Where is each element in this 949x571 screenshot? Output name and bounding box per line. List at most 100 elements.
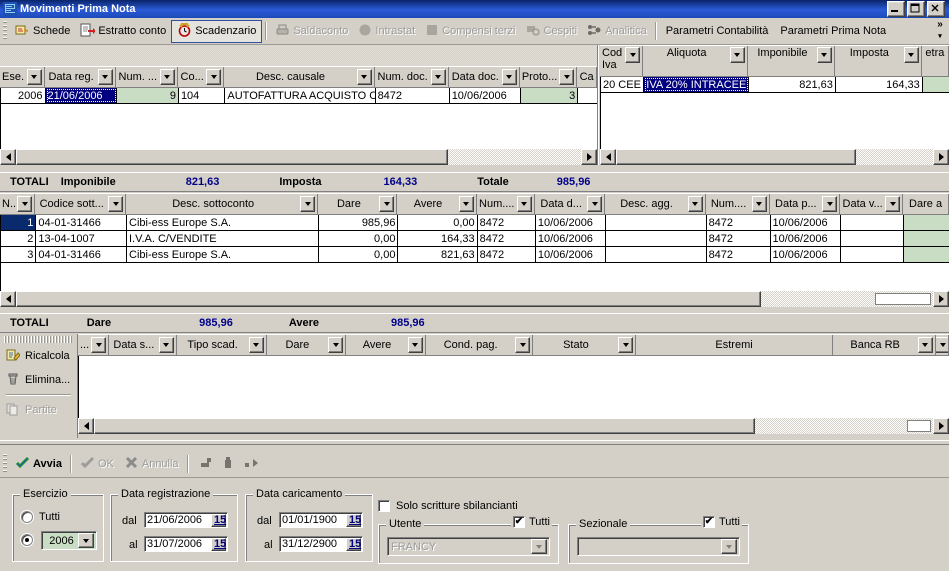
table-cell[interactable]: 8472 bbox=[706, 247, 771, 262]
sezionale-tutti-row[interactable]: ✔ Tutti bbox=[701, 516, 742, 528]
table-row[interactable]: 2 13-04-1007 I.V.A. C/VENDITE 0,00 164,33 847… bbox=[1, 231, 949, 247]
column-header[interactable]: Proto... bbox=[519, 67, 578, 87]
toolbar-button-intrastat[interactable]: Intrastat bbox=[353, 21, 420, 42]
table-cell[interactable]: 104 bbox=[178, 88, 226, 103]
column-header[interactable]: Estremi bbox=[636, 335, 833, 355]
column-filter-dropdown-icon[interactable] bbox=[159, 69, 175, 85]
column-filter-dropdown-icon[interactable] bbox=[501, 69, 517, 85]
table-cell[interactable]: 10/06/2006 bbox=[770, 231, 842, 246]
esercizio-radio-tutti[interactable]: Tutti bbox=[21, 511, 60, 523]
table-cell[interactable] bbox=[606, 247, 707, 262]
table-cell[interactable]: 8472 bbox=[706, 215, 771, 230]
column-filter-dropdown-icon[interactable] bbox=[885, 196, 901, 212]
table-row[interactable]: 1 04-01-31466 Cibi-ess Europe S.A. 985,96 0,… bbox=[1, 215, 949, 231]
table-cell[interactable] bbox=[578, 88, 598, 103]
table-cell[interactable]: 8472 bbox=[706, 231, 771, 246]
table-cell[interactable]: 21/06/2006 bbox=[45, 88, 117, 103]
scroll-right-button[interactable] bbox=[933, 291, 949, 307]
command-panel-grip[interactable] bbox=[4, 336, 73, 343]
table-cell[interactable]: 8472 bbox=[375, 88, 450, 103]
vat-grid-hscrollbar[interactable] bbox=[600, 149, 949, 165]
column-filter-dropdown-icon[interactable] bbox=[516, 196, 532, 212]
column-filter-dropdown-icon[interactable] bbox=[206, 69, 222, 85]
column-filter-dropdown-icon[interactable] bbox=[903, 47, 919, 63]
table-cell[interactable]: 821,63 bbox=[398, 247, 478, 262]
table-cell[interactable]: 2 bbox=[1, 231, 37, 246]
table-cell[interactable] bbox=[606, 231, 707, 246]
table-cell[interactable]: IVA 20% INTRACEE bbox=[644, 77, 749, 92]
table-cell[interactable]: 10/06/2006 bbox=[449, 88, 521, 103]
command-elimina[interactable]: Elimina... bbox=[0, 368, 77, 392]
data-reg-al-input[interactable]: 31/07/2006 15 bbox=[144, 536, 228, 552]
scroll-thumb[interactable] bbox=[16, 149, 448, 165]
first-button[interactable] bbox=[192, 454, 218, 475]
column-header[interactable]: Co... bbox=[177, 67, 225, 87]
table-cell[interactable]: 3 bbox=[520, 88, 579, 103]
table-cell[interactable]: 0,00 bbox=[319, 247, 399, 262]
table-cell[interactable] bbox=[606, 215, 707, 230]
radio-anno-icon[interactable] bbox=[21, 534, 33, 546]
column-header[interactable]: Ese... bbox=[0, 67, 45, 87]
table-cell[interactable]: Cibi-ess Europe S.A. bbox=[127, 215, 320, 230]
column-header[interactable]: Data doc. bbox=[448, 67, 520, 87]
scroll-left-button[interactable] bbox=[600, 149, 616, 165]
column-filter-dropdown-icon[interactable] bbox=[751, 196, 767, 212]
toolbar-button-schede[interactable]: Schede bbox=[10, 21, 75, 42]
column-header[interactable]: Num. ... bbox=[115, 67, 178, 87]
ok-button[interactable]: OK bbox=[75, 454, 119, 475]
scroll-track[interactable] bbox=[616, 149, 933, 165]
column-header[interactable]: N... bbox=[0, 194, 36, 214]
data-car-al-input[interactable]: 31/12/2900 15 bbox=[279, 536, 363, 552]
toolbar-link-parametri-prima-nota[interactable]: Parametri Prima Nota bbox=[774, 25, 892, 37]
maximize-button[interactable] bbox=[907, 1, 925, 17]
table-cell[interactable]: 3 bbox=[1, 247, 37, 262]
column-header[interactable]: Cod. Iva bbox=[600, 46, 644, 76]
data-reg-dal-input[interactable]: 21/06/2006 15 bbox=[144, 512, 228, 528]
column-filter-dropdown-icon[interactable] bbox=[618, 337, 634, 353]
utente-tutti-row[interactable]: ✔ Tutti bbox=[511, 516, 552, 528]
scroll-thumb[interactable] bbox=[94, 418, 755, 434]
column-filter-dropdown-icon[interactable] bbox=[687, 196, 703, 212]
column-header[interactable]: Data p... bbox=[769, 194, 841, 214]
table-cell[interactable]: 164,33 bbox=[835, 77, 923, 92]
table-cell[interactable]: 10/06/2006 bbox=[770, 215, 842, 230]
table-cell[interactable]: 20 CEE bbox=[601, 77, 645, 92]
column-header[interactable]: Tipo scad. bbox=[176, 335, 267, 355]
table-cell[interactable]: 985,96 bbox=[319, 215, 399, 230]
scroll-right-button[interactable] bbox=[933, 418, 949, 434]
table-cell[interactable]: 8472 bbox=[477, 215, 536, 230]
radio-tutti-icon[interactable] bbox=[21, 511, 33, 523]
column-filter-dropdown-icon[interactable] bbox=[300, 196, 316, 212]
table-cell[interactable]: 10/06/2006 bbox=[535, 231, 607, 246]
scroll-thumb[interactable] bbox=[16, 291, 761, 307]
utente-tutti-checkbox[interactable]: ✔ bbox=[513, 516, 525, 528]
toolbar-button-analitica[interactable]: Analitica bbox=[582, 21, 652, 42]
solo-sbilancianti-checkbox-row[interactable]: Solo scritture sbilancianti bbox=[378, 500, 518, 512]
table-cell[interactable] bbox=[841, 247, 905, 262]
scroll-left-button[interactable] bbox=[78, 418, 94, 434]
calendar-icon[interactable]: 15 bbox=[211, 538, 226, 551]
close-button[interactable] bbox=[927, 1, 945, 17]
column-header[interactable]: Num.... bbox=[705, 194, 770, 214]
table-cell[interactable] bbox=[841, 231, 905, 246]
column-header[interactable]: Stato bbox=[533, 335, 637, 355]
column-filter-dropdown-icon[interactable] bbox=[328, 337, 344, 353]
column-header[interactable]: Dare a bbox=[903, 194, 949, 214]
scroll-left-button[interactable] bbox=[0, 291, 16, 307]
column-header[interactable]: Desc. causale bbox=[224, 67, 375, 87]
utente-combo[interactable]: FRANCY bbox=[387, 537, 550, 556]
column-filter-dropdown-icon[interactable] bbox=[407, 337, 423, 353]
column-header[interactable]: Imposta bbox=[834, 46, 922, 76]
schedule-grid-hscrollbar[interactable] bbox=[78, 418, 949, 434]
table-cell[interactable]: 04-01-31466 bbox=[36, 215, 127, 230]
column-header[interactable]: Cond. pag. bbox=[425, 335, 534, 355]
filter-button[interactable] bbox=[218, 454, 238, 475]
table-cell[interactable]: 1 bbox=[1, 215, 37, 230]
chevron-down-icon[interactable] bbox=[78, 533, 94, 548]
column-header[interactable]: Num. doc. bbox=[374, 67, 449, 87]
esercizio-year-combo[interactable]: 2006 bbox=[41, 531, 97, 550]
toolbar-button-scadenzario[interactable]: Scadenzario bbox=[171, 19, 263, 43]
table-cell[interactable]: 10/06/2006 bbox=[770, 247, 842, 262]
column-header[interactable]: Desc. sottoconto bbox=[126, 194, 319, 214]
column-header[interactable]: etra bbox=[921, 46, 949, 76]
